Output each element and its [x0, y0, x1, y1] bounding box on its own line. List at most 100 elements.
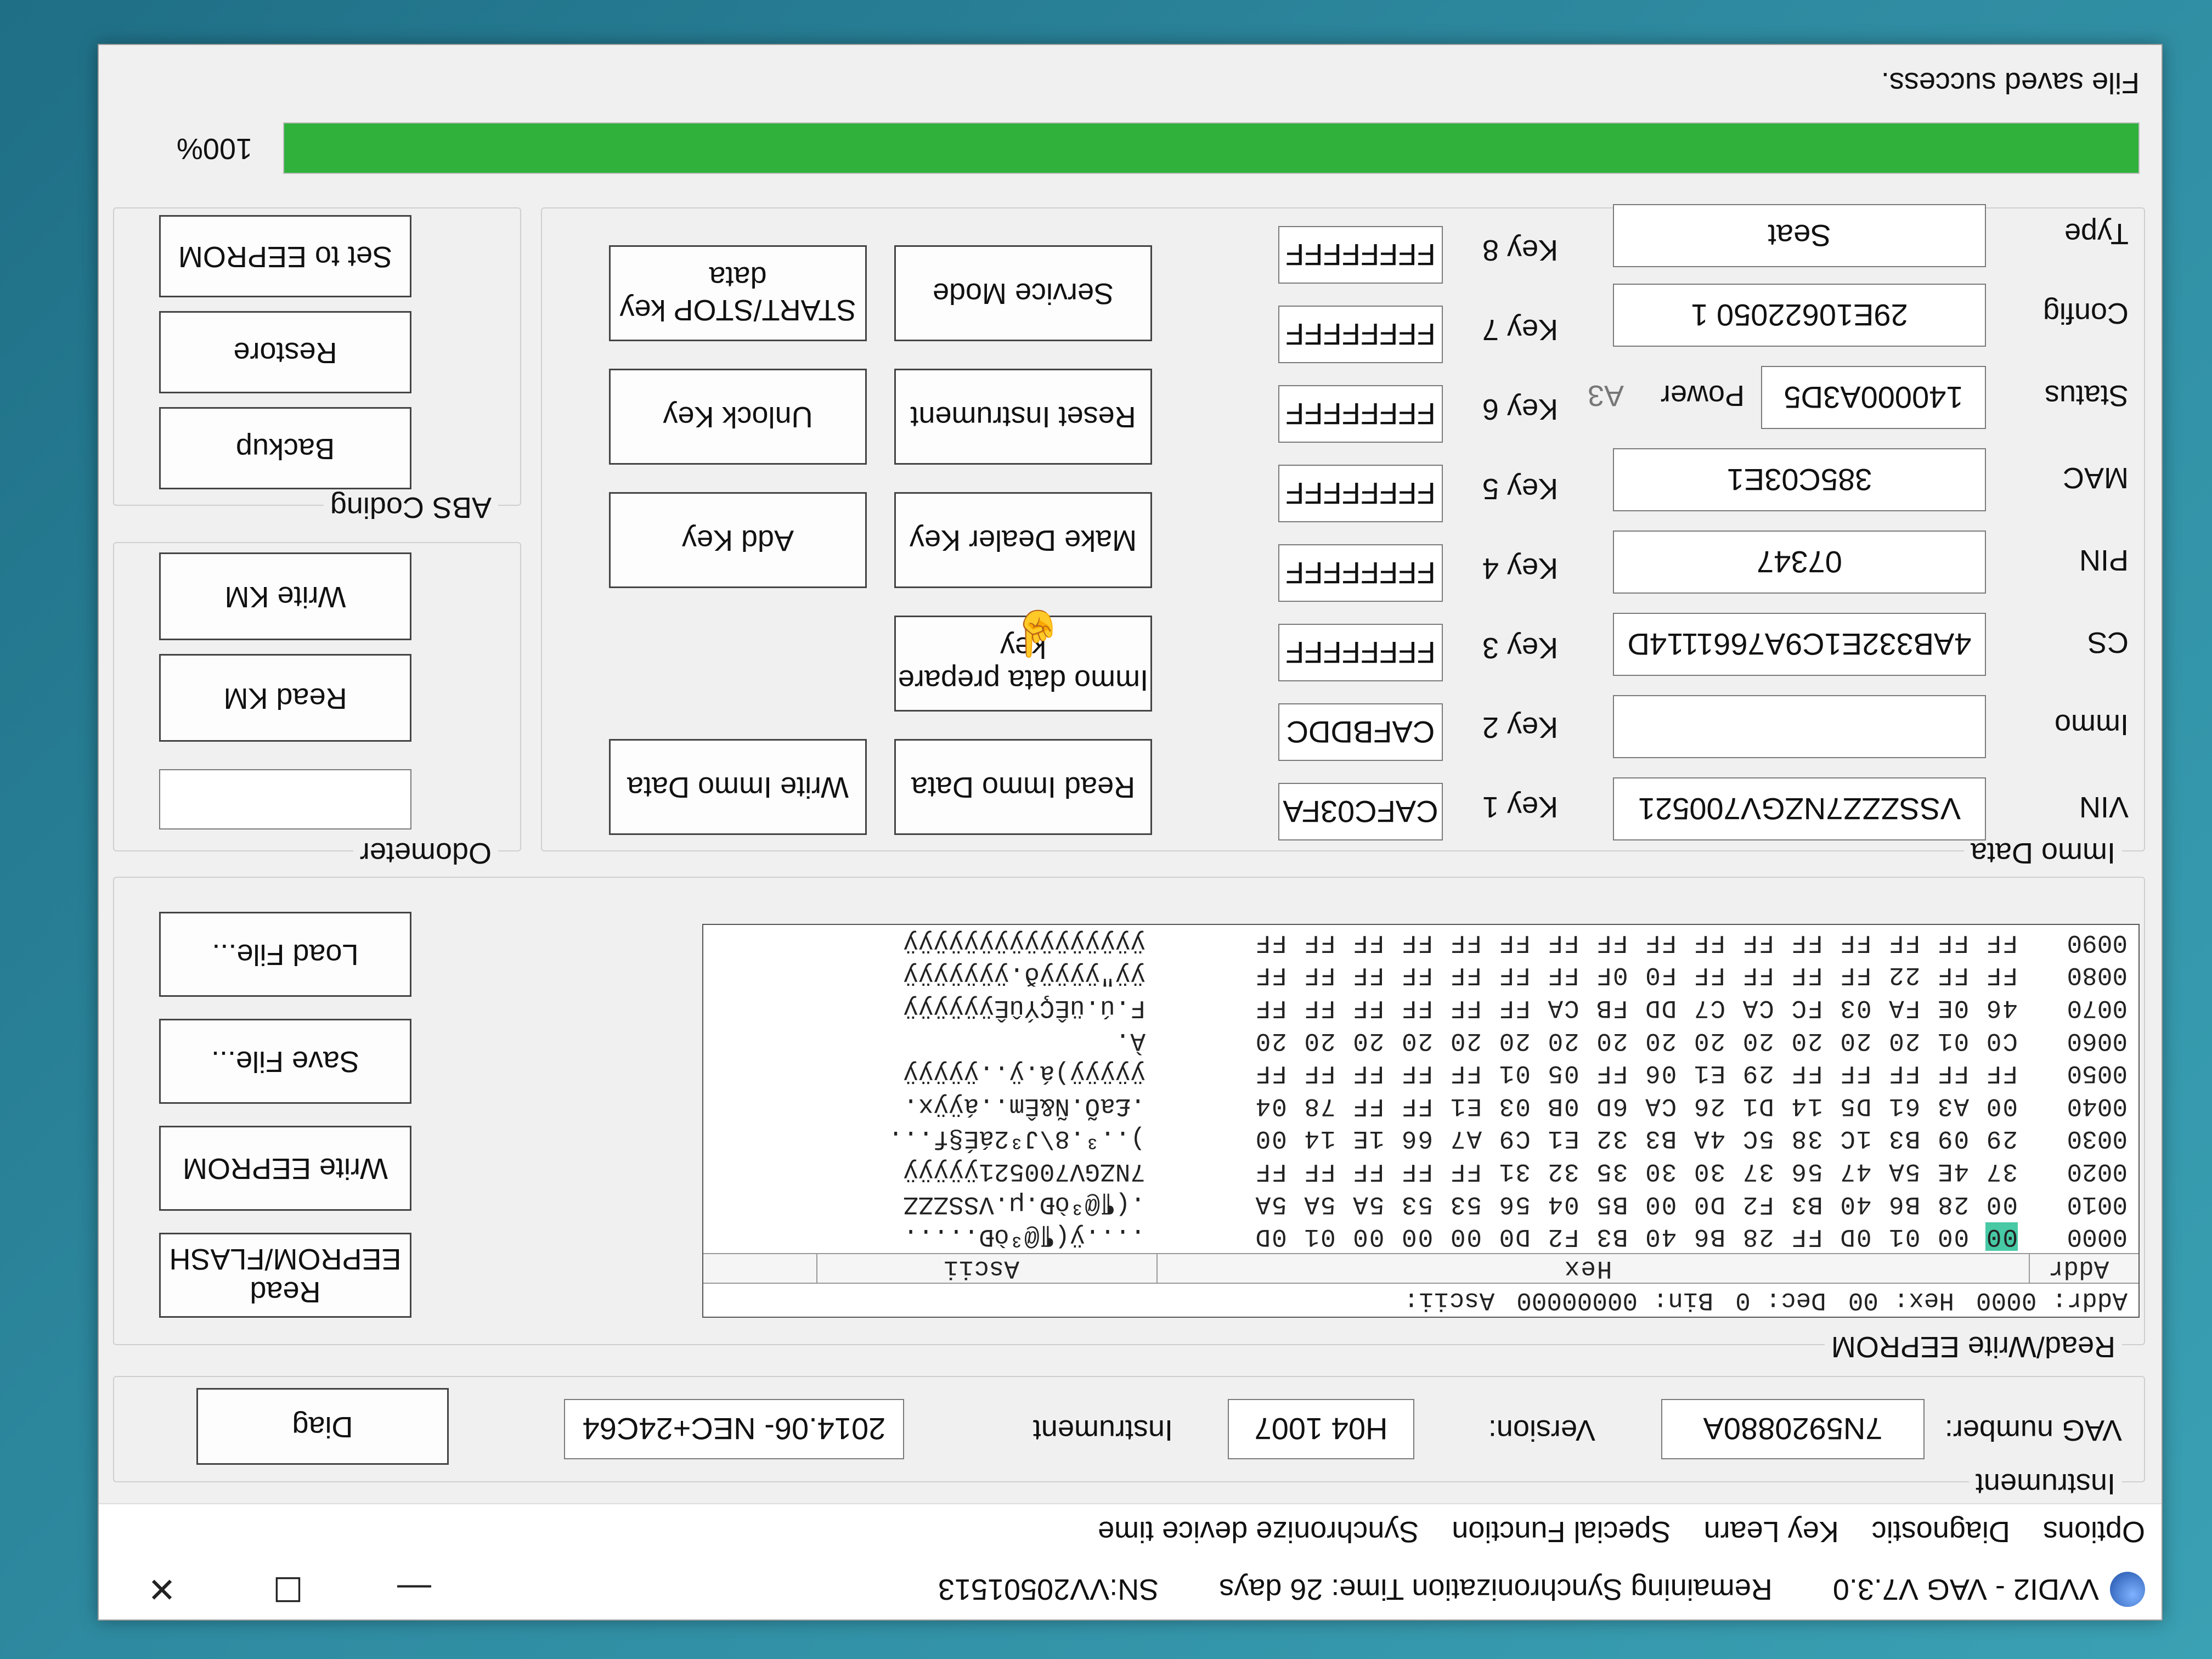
- eeprom-group-label: Read/Write EEPROM: [1824, 1330, 2122, 1364]
- screen: VVDI2 - VAG V7.3.0 Remaining Synchroniza…: [0, 0, 2212, 1659]
- hex-row-addr: 0080: [2067, 961, 2128, 990]
- type-field[interactable]: Seat: [1613, 204, 1986, 267]
- progress-bar: [283, 122, 2140, 174]
- hex-row-ascii: )..³.8\J³2áÉ§f...: [888, 1124, 1146, 1153]
- write-km-button[interactable]: Write KM: [159, 552, 411, 640]
- hex-row-addr: 0090: [2067, 928, 2128, 957]
- odometer-field[interactable]: [159, 769, 411, 830]
- menu-special-function[interactable]: Special Function: [1435, 1515, 1687, 1549]
- hex-row[interactable]: 0020 37 4E 5A 47 56 37 30 30 35 32 31 FF …: [703, 1155, 2138, 1188]
- progress-percent: 100%: [176, 132, 252, 165]
- hex-row[interactable]: 0050 FF FF FF FF FF 29 E1 06 FF 05 01 FF …: [703, 1057, 2138, 1090]
- hex-row[interactable]: 0010 00 28 B6 40 B3 F2 D0 00 B5 04 56 53 …: [703, 1188, 2138, 1221]
- serial-number: SN:VV20501513: [938, 1573, 1159, 1606]
- close-button[interactable]: ✕: [99, 1559, 225, 1620]
- menu-options[interactable]: Options: [2027, 1515, 2162, 1549]
- hex-row-addr: 0000: [2067, 1222, 2128, 1251]
- key-8-field[interactable]: FFFFFFFF: [1278, 226, 1443, 284]
- load-file-button[interactable]: Load File...: [159, 912, 411, 997]
- abs-backup-button[interactable]: Backup: [159, 407, 411, 489]
- save-file-button[interactable]: Save File...: [159, 1019, 411, 1104]
- instrument-field[interactable]: 2014.06- NEC+24C64: [564, 1399, 904, 1459]
- key-6-field[interactable]: FFFFFFFF: [1278, 385, 1443, 443]
- write-immo-data-button[interactable]: Write Immo Data: [609, 739, 867, 835]
- immo-field[interactable]: [1613, 695, 1986, 758]
- hex-row[interactable]: 0090 FF FF FF FF FF FF FF FF FF FF FF FF …: [703, 926, 2138, 959]
- menu-synchronize-device-time[interactable]: Synchronize device time: [1081, 1515, 1435, 1549]
- abs-coding-group-label: ABS Coding: [323, 490, 498, 524]
- hex-column-headers: Addr Hex Ascii: [703, 1253, 2138, 1283]
- version-field[interactable]: H04 1007: [1228, 1399, 1414, 1459]
- menu-diagnostic[interactable]: Diagnostic: [1855, 1515, 2027, 1549]
- config-field[interactable]: 29E10622050 1: [1613, 284, 1986, 347]
- key-1-label: Key 1: [1482, 791, 1558, 823]
- instrument-group-label: Instrument: [1968, 1467, 2122, 1501]
- pin-label: PIN: [2079, 544, 2129, 577]
- key-3-field[interactable]: FFFFFFFF: [1278, 624, 1443, 681]
- hex-status-bin: Bin: 00000000: [1516, 1286, 1714, 1314]
- key-8-label: Key 8: [1482, 234, 1558, 267]
- hex-row-bytes: 29 09 B3 1C 38 5C 4A B3 32 E1 C9 A7 66 1…: [1254, 1124, 2018, 1153]
- minimize-button[interactable]: —: [351, 1559, 477, 1620]
- diag-button[interactable]: Diag: [196, 1388, 449, 1465]
- hex-editor[interactable]: Addr: 0000 Hex: 00 Dec: 0 Bin: 00000000 …: [702, 924, 2140, 1318]
- hex-row-bytes: C0 01 20 20 20 20 20 20 20 20 20 20 20 2…: [1254, 1026, 2018, 1055]
- hex-row[interactable]: 0040 00 A3 61 D5 14 D1 26 CA 6D 0B 03 E1 …: [703, 1090, 2138, 1122]
- hex-row[interactable]: 0000 00 00 01 0D FF 28 B6 40 B3 F2 D0 00 …: [703, 1220, 2138, 1253]
- make-dealer-key-button[interactable]: Make Dealer Key: [894, 492, 1152, 588]
- mac-field[interactable]: 385C03E1: [1613, 448, 1986, 511]
- status-message: File saved success.: [1881, 66, 2140, 99]
- vag-number-field[interactable]: 7N5920880A: [1661, 1399, 1925, 1459]
- key-4-field[interactable]: FFFFFFFF: [1278, 544, 1443, 602]
- hex-row[interactable]: 0080 FF FF 22 FF FF FF FF F0 0F FF FF FF …: [703, 959, 2138, 992]
- hex-row-addr: 0010: [2067, 1189, 2128, 1218]
- abs-restore-button[interactable]: Restore: [159, 311, 411, 393]
- abs-set-to-eeprom-button[interactable]: Set to EEPROM: [159, 215, 411, 297]
- hex-status-bar: Addr: 0000 Hex: 00 Dec: 0 Bin: 00000000 …: [703, 1283, 2138, 1317]
- hex-row-ascii: ÿÿ"ÿÿÿÿð.ÿÿÿÿÿÿÿ: [903, 961, 1146, 990]
- hex-row[interactable]: 0070 46 0E FA 03 FC CA C7 DD FB CA FF FF …: [703, 991, 2138, 1024]
- sync-remaining-text: Remaining Synchronization Time: 26 days: [1219, 1573, 1773, 1606]
- hex-row-ascii: F.ú.üÊÇÝûÊÿÿÿÿÿÿ: [903, 994, 1146, 1023]
- hex-row-ascii: .(¶@³òÐ.µ.VSSZZZ: [903, 1189, 1146, 1218]
- unlock-key-button[interactable]: Unlock Key: [609, 369, 867, 465]
- power-label: Power: [1660, 379, 1745, 412]
- power-value: A3: [1587, 379, 1624, 412]
- write-eeprom-button[interactable]: Write EEPROM: [159, 1126, 411, 1211]
- read-immo-data-button[interactable]: Read Immo Data: [894, 739, 1152, 835]
- hex-row-addr: 0050: [2067, 1059, 2128, 1088]
- hex-selected-byte[interactable]: 00: [1985, 1222, 2018, 1251]
- hex-rows: 0000 00 00 01 0D FF 28 B6 40 B3 F2 D0 00 …: [703, 926, 2138, 1253]
- vag-number-label: VAG number:: [1944, 1414, 2122, 1447]
- start-stop-key-data-button[interactable]: START/STOP key data: [609, 245, 867, 341]
- pin-field[interactable]: 07347: [1613, 531, 1986, 594]
- cs-field[interactable]: 4AB332E1C9A7661114D: [1613, 613, 1986, 676]
- mac-label: MAC: [2063, 461, 2129, 494]
- status-field[interactable]: 140000A3D5: [1761, 366, 1986, 429]
- hex-row[interactable]: 0060 C0 01 20 20 20 20 20 20 20 20 20 20 …: [703, 1024, 2138, 1057]
- service-mode-button[interactable]: Service Mode: [894, 245, 1152, 341]
- key-3-label: Key 3: [1482, 631, 1558, 664]
- key-7-field[interactable]: FFFFFFFF: [1278, 306, 1443, 363]
- key-4-label: Key 4: [1482, 552, 1558, 585]
- immo-label: Immo: [2055, 708, 2129, 741]
- key-2-field[interactable]: CAFBDDC: [1278, 703, 1443, 761]
- read-km-button[interactable]: Read KM: [159, 654, 411, 742]
- read-eeprom-flash-button[interactable]: Read EEPROM/FLASH: [159, 1233, 411, 1318]
- status-label: Status: [2044, 379, 2129, 412]
- hex-row-addr: 0070: [2067, 994, 2128, 1023]
- maximize-button[interactable]: ☐: [225, 1559, 351, 1620]
- key-5-field[interactable]: FFFFFFFF: [1278, 465, 1443, 522]
- key-1-field[interactable]: CAFC03FA: [1278, 783, 1443, 840]
- vin-field[interactable]: VSSZZZ7NZGV700521: [1613, 777, 1986, 840]
- hex-row-addr: 0020: [2067, 1157, 2128, 1186]
- reset-instrument-button[interactable]: Reset Instrument: [894, 369, 1152, 465]
- hex-row-bytes: FF FF FF FF FF 29 E1 06 FF 05 01 FF FF F…: [1254, 1059, 2018, 1088]
- hex-row-addr: 0030: [2067, 1124, 2128, 1153]
- key-5-label: Key 5: [1482, 472, 1558, 505]
- hex-row-ascii: À.: [903, 1026, 1146, 1055]
- hex-row[interactable]: 0030 29 09 B3 1C 38 5C 4A B3 32 E1 C9 A7 …: [703, 1122, 2138, 1155]
- hex-status-hex: Hex: 00: [1848, 1286, 1954, 1314]
- menu-key-learn[interactable]: Key Learn: [1688, 1515, 1855, 1549]
- add-key-button[interactable]: Add Key: [609, 492, 867, 588]
